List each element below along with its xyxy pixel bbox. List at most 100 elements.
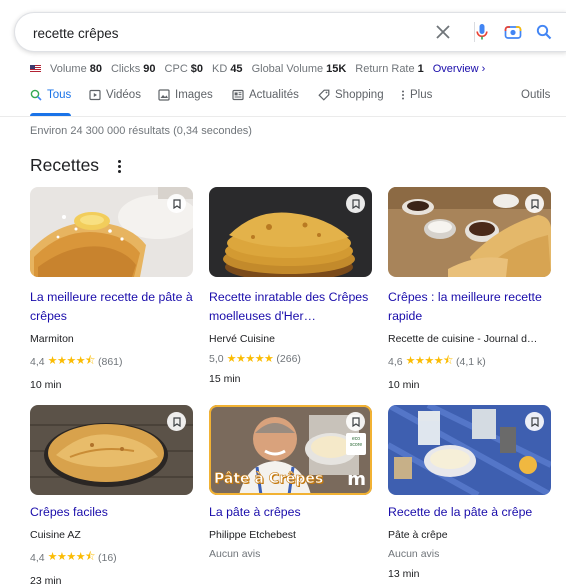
return-rate-label: Return Rate: [355, 63, 415, 75]
recipe-thumbnail[interactable]: [30, 187, 193, 277]
kd-label: KD: [212, 63, 228, 75]
tab-all-label: Tous: [47, 89, 72, 101]
camera-lens-icon[interactable]: [503, 22, 523, 42]
tools-label: Outils: [521, 89, 551, 101]
us-flag-icon: [30, 65, 41, 73]
video-icon: [89, 89, 101, 101]
recipe-thumbnail[interactable]: [30, 405, 193, 495]
tab-images[interactable]: Images: [158, 89, 213, 101]
search-icon[interactable]: [534, 22, 554, 42]
recipe-time: 13 min: [388, 568, 420, 580]
recipe-thumbnail[interactable]: [388, 187, 551, 277]
tab-images-label: Images: [175, 89, 213, 101]
results-count: Environ 24 300 000 résultats (0,34 secon…: [30, 125, 252, 137]
recipe-card[interactable]: Recette de la pâte à crêpe Pâte à crêpe …: [388, 405, 553, 580]
recipe-card[interactable]: Crêpes faciles Cuisine AZ 4,4 ★★★★⯪ (16)…: [30, 405, 195, 587]
thumbnail-caption: Pâte à Crêpes: [214, 471, 324, 488]
recipe-time: 15 min: [209, 373, 241, 385]
recipe-title[interactable]: Crêpes : la meilleure recette rapide: [388, 288, 553, 326]
clear-icon[interactable]: [433, 22, 453, 42]
tab-more[interactable]: Plus: [401, 89, 432, 101]
tab-videos-label: Vidéos: [106, 89, 141, 101]
recipe-card[interactable]: Recette inratable des Crêpes moelleuses …: [209, 187, 374, 385]
recipe-title[interactable]: Recette de la pâte à crêpe: [388, 503, 553, 522]
more-vert-icon: [402, 90, 404, 100]
recipe-rating: 4,6 ★★★★⯪ (4,1 k): [388, 352, 553, 371]
bookmark-icon[interactable]: [525, 412, 544, 431]
eco-score-badge: eco score: [346, 433, 366, 455]
more-options-icon[interactable]: [114, 158, 124, 174]
review-count: (266): [276, 352, 301, 365]
bookmark-icon[interactable]: [346, 194, 365, 213]
recipe-rating: 5,0 ★★★★★ (266): [209, 352, 374, 366]
star-rating-icon: ★★★★⯪: [405, 355, 454, 367]
recipe-source: Cuisine AZ: [30, 529, 81, 541]
search-bar[interactable]: [14, 12, 566, 53]
recipe-source: Marmiton: [30, 333, 74, 345]
star-rating-icon: ★★★★⯪: [47, 355, 96, 367]
image-icon: [158, 89, 170, 101]
no-reviews-label: Aucun avis: [209, 548, 261, 560]
tag-icon: [318, 89, 330, 101]
cpc-label: CPC: [164, 63, 188, 75]
mic-icon[interactable]: [472, 22, 492, 42]
recipe-time: 23 min: [30, 575, 62, 587]
tab-news-label: Actualités: [249, 89, 299, 101]
volume-label: Volume: [50, 63, 87, 75]
star-rating-icon: ★★★★⯪: [47, 551, 96, 563]
recipe-rating: 4,4 ★★★★⯪ (861): [30, 352, 195, 371]
bookmark-icon[interactable]: [167, 194, 186, 213]
recipe-rating: Aucun avis: [388, 548, 553, 560]
recipe-rating: Aucun avis: [209, 548, 374, 560]
recipe-title[interactable]: La meilleure recette de pâte à crêpes: [30, 288, 195, 326]
clicks-label: Clicks: [110, 63, 141, 75]
tab-news[interactable]: Actualités: [232, 89, 299, 101]
recipe-title[interactable]: Recette inratable des Crêpes moelleuses …: [209, 288, 374, 326]
recipe-card[interactable]: La meilleure recette de pâte à crêpes Ma…: [30, 187, 195, 391]
recipe-source: Philippe Etchebest: [209, 529, 296, 541]
no-reviews-label: Aucun avis: [388, 548, 440, 560]
recipe-card[interactable]: Crêpes : la meilleure recette rapide Rec…: [388, 187, 553, 391]
search-input[interactable]: [31, 13, 415, 53]
bookmark-icon[interactable]: [525, 194, 544, 213]
tools-button[interactable]: Outils: [521, 89, 550, 101]
tab-all[interactable]: Tous: [30, 89, 72, 116]
tab-videos[interactable]: Vidéos: [89, 89, 141, 101]
global-volume-value: 15K: [326, 63, 347, 75]
brand-logo-icon: m: [347, 469, 366, 490]
recipe-thumbnail[interactable]: [209, 187, 372, 277]
search-tabs: Tous Vidéos Images Actualités Shopping P…: [0, 82, 566, 117]
recipe-time: 10 min: [30, 379, 62, 391]
recipe-source: Hervé Cuisine: [209, 333, 275, 345]
cpc-value: $0: [190, 63, 204, 75]
recipe-source: Recette de cuisine - Journal d…: [388, 333, 538, 345]
recipe-rating: 4,4 ★★★★⯪ (16): [30, 548, 195, 567]
recipe-card[interactable]: eco score Pâte à Crêpes m La pâte à crêp…: [209, 405, 374, 560]
tab-shopping-label: Shopping: [335, 89, 384, 101]
recipe-source: Pâte à crêpe: [388, 529, 448, 541]
recipe-thumbnail[interactable]: eco score Pâte à Crêpes m: [209, 405, 372, 495]
return-rate-value: 1: [417, 63, 424, 75]
section-title: Recettes: [30, 155, 100, 175]
rating-value: 5,0: [209, 352, 224, 365]
seo-metrics-bar: Volume 80 Clicks 90 CPC $0 KD 45 Global Volu…: [30, 63, 485, 75]
recipe-title[interactable]: La pâte à crêpes: [209, 503, 374, 522]
review-count: (16): [97, 551, 117, 564]
star-rating-icon: ★★★★★: [226, 353, 274, 365]
rating-value: 4,4: [30, 551, 45, 564]
clicks-value: 90: [143, 63, 156, 75]
review-count: (861): [97, 355, 123, 368]
recipe-thumbnail[interactable]: [388, 405, 551, 495]
tab-shopping[interactable]: Shopping: [318, 89, 384, 101]
news-icon: [232, 89, 244, 101]
search-icon: [30, 89, 42, 101]
rating-value: 4,4: [30, 355, 45, 368]
tab-more-label: Plus: [410, 89, 433, 101]
global-volume-label: Global Volume: [251, 63, 324, 75]
review-count: (4,1 k): [455, 355, 486, 368]
bookmark-icon[interactable]: [167, 412, 186, 431]
rating-value: 4,6: [388, 355, 403, 368]
overview-link[interactable]: Overview ›: [433, 63, 486, 75]
bookmark-icon[interactable]: [346, 412, 365, 431]
recipe-title[interactable]: Crêpes faciles: [30, 503, 195, 522]
